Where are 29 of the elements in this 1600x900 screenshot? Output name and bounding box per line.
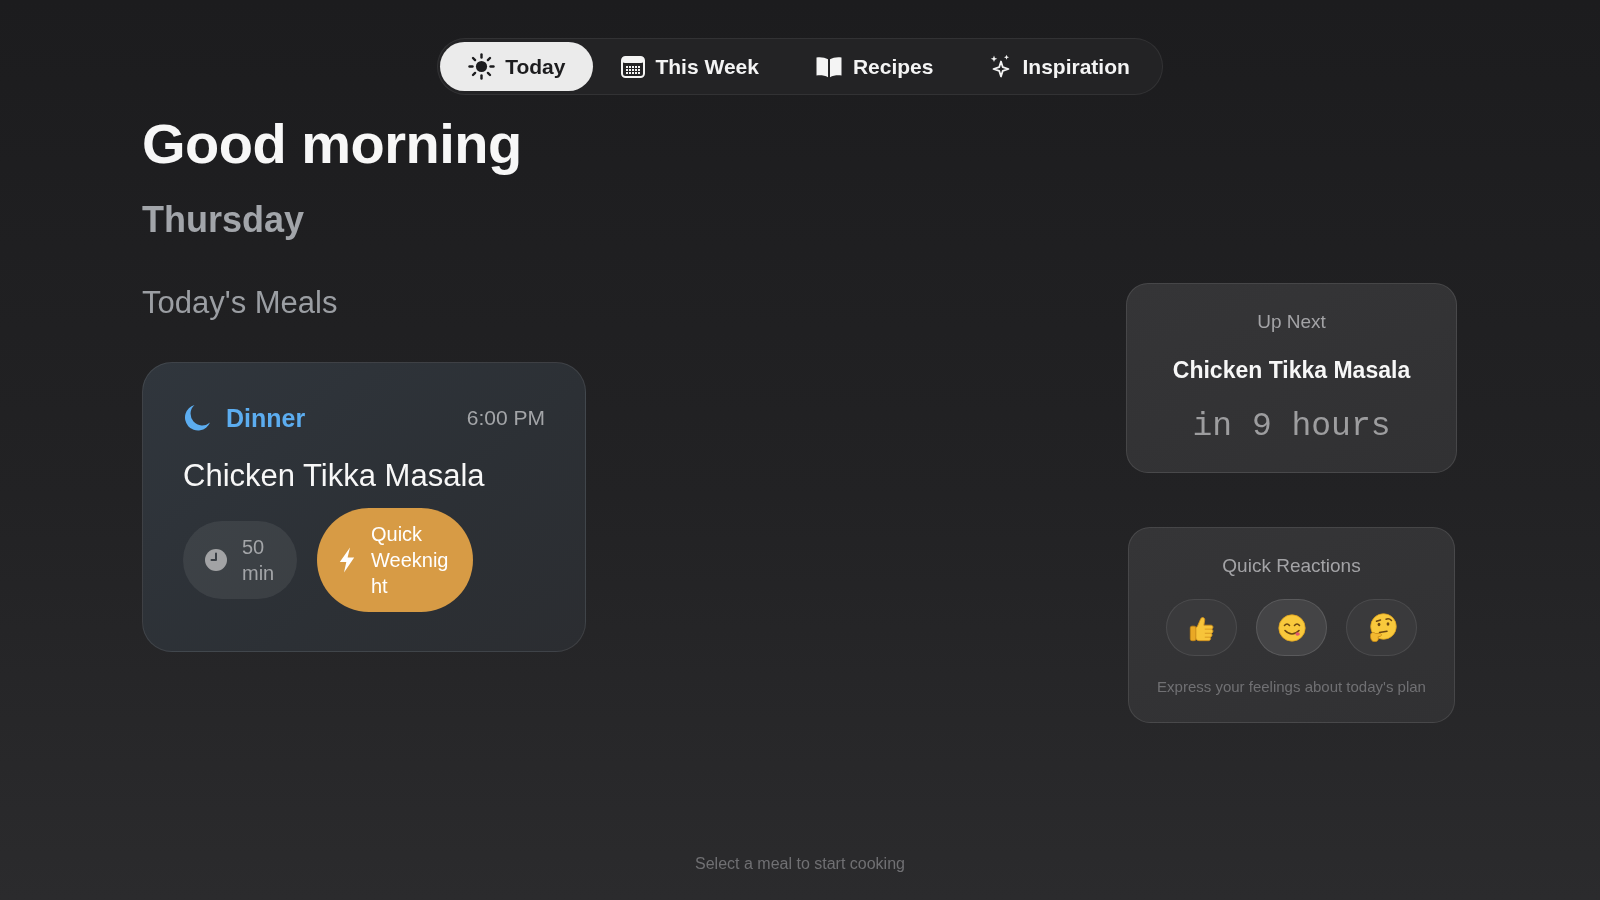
smiling-face-icon <box>1277 613 1306 642</box>
category-text: Quick Weeknight <box>371 522 450 599</box>
countdown-text: in 9 hours <box>1192 407 1391 447</box>
up-next-meal: Chicken Tikka Masala <box>1172 356 1411 385</box>
calendar-icon <box>621 55 646 78</box>
reaction-button[interactable] <box>1346 599 1417 656</box>
reactions-title: Quick Reactions <box>1222 554 1361 578</box>
footer-hint: Select a meal to start cooking <box>695 854 905 874</box>
reactions-caption: Express your feelings about today's plan <box>1157 677 1426 697</box>
day-label: Thursday <box>142 198 305 241</box>
nav-tab[interactable]: This Week <box>593 42 787 91</box>
meal-type-label: Dinner <box>226 403 306 433</box>
duration-text: 50 min <box>242 535 276 586</box>
open-book-icon <box>814 55 843 78</box>
greeting-title: Good morning <box>142 111 522 177</box>
moon-icon <box>183 404 211 432</box>
lightning-bolt-icon <box>339 547 355 573</box>
sun-icon <box>468 53 496 80</box>
meal-name: Chicken Tikka Masala <box>183 457 486 494</box>
nav-tab[interactable]: Inspiration <box>961 42 1158 91</box>
meal-time: 6:00 PM <box>466 405 545 431</box>
nav-tab[interactable]: Recipes <box>786 42 962 91</box>
section-title: Today's Meals <box>142 284 338 321</box>
nav-tab[interactable]: Today <box>440 42 594 91</box>
meal-card[interactable]: Dinner 6:00 PM Chicken Tikka Masala 50 min Quick Weeknight <box>142 362 586 652</box>
reaction-button[interactable] <box>1166 599 1237 656</box>
clock-icon <box>205 549 227 571</box>
reaction-button[interactable] <box>1256 599 1327 656</box>
up-next-label: Up Next <box>1257 310 1326 334</box>
